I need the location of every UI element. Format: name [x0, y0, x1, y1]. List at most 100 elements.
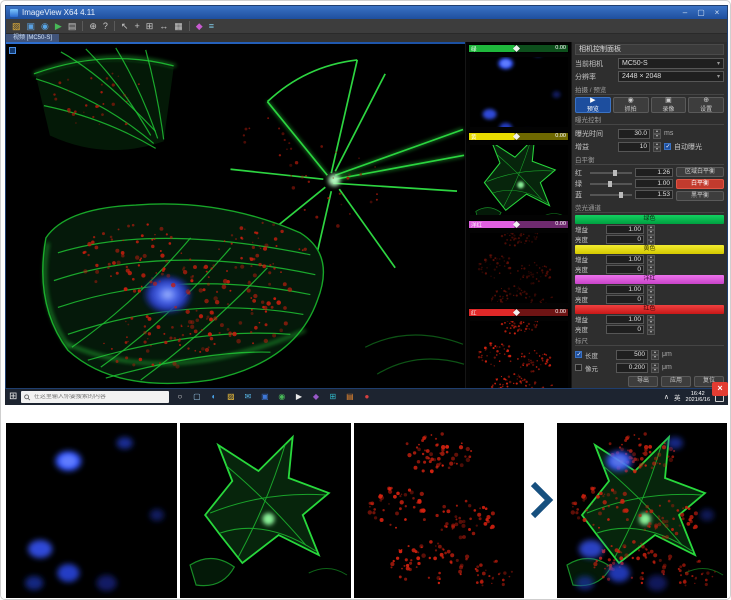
measure-icon[interactable]: ↔: [159, 20, 168, 33]
wb-blue-slider[interactable]: [590, 194, 632, 196]
yellow-channel-bar[interactable]: 黄色: [575, 245, 724, 254]
camera-select[interactable]: MC50-S▾: [618, 58, 724, 69]
stepper[interactable]: ▲▼: [647, 265, 655, 274]
area-wb-button[interactable]: 区域白平衡: [676, 167, 724, 177]
channel-slider[interactable]: 红 0.00: [468, 308, 569, 317]
stepper[interactable]: ▲▼: [647, 255, 655, 264]
taskbar-search[interactable]: [21, 391, 169, 403]
setup-button[interactable]: ⊕设置: [688, 97, 724, 113]
record-icon[interactable]: ▶: [55, 20, 62, 33]
gain-stepper[interactable]: ▲▼: [653, 142, 661, 151]
settings-icon[interactable]: ⊕: [89, 20, 97, 33]
pixel-checkbox[interactable]: [575, 364, 582, 371]
image-viewer-icon[interactable]: ▤: [343, 390, 356, 404]
grid-icon[interactable]: ▦: [174, 20, 183, 33]
help-icon[interactable]: ?: [103, 20, 108, 33]
roi-icon[interactable]: [9, 47, 16, 54]
save-icon[interactable]: ▣: [27, 20, 36, 33]
stepper[interactable]: ▲▼: [647, 235, 655, 244]
exposure-stepper[interactable]: ▲▼: [653, 129, 661, 138]
resolution-select[interactable]: 2448 × 2048▾: [618, 71, 724, 82]
browse-icon[interactable]: ▤: [68, 20, 77, 33]
wb-blue-input[interactable]: [635, 190, 673, 199]
stepper[interactable]: ▲▼: [647, 295, 655, 304]
red-gain-input[interactable]: [606, 315, 644, 324]
stepper[interactable]: ▲▼: [647, 225, 655, 234]
magenta-gain-input[interactable]: [606, 285, 644, 294]
language-indicator[interactable]: 英: [674, 392, 681, 402]
preview-button[interactable]: ▶预览: [575, 97, 611, 113]
mail-icon[interactable]: ✉: [241, 390, 254, 404]
taskbar-clock[interactable]: 16:42 2021/6/16: [686, 391, 710, 403]
settings-app-icon[interactable]: ⊞: [326, 390, 339, 404]
record-button[interactable]: ▣录像: [651, 97, 687, 113]
start-button-icon[interactable]: ⊞: [9, 390, 17, 404]
stepper[interactable]: ▲▼: [651, 350, 659, 359]
snap-button[interactable]: ◉抓拍: [613, 97, 649, 113]
maximize-button[interactable]: ▢: [695, 7, 707, 18]
wb-green-input[interactable]: [635, 179, 673, 188]
green-brightness-input[interactable]: [606, 235, 644, 244]
color-adjust-icon[interactable]: ◆: [196, 20, 203, 33]
slider-thumb[interactable]: [513, 309, 520, 316]
auto-exposure-checkbox[interactable]: [664, 143, 671, 150]
open-folder-icon[interactable]: ▨: [12, 20, 21, 33]
yellow-brightness-input[interactable]: [606, 265, 644, 274]
fit-window-icon[interactable]: ⊞: [146, 20, 154, 33]
apply-button[interactable]: 应用: [661, 376, 691, 387]
office-app-icon[interactable]: ◆: [309, 390, 322, 404]
search-input[interactable]: [34, 394, 166, 400]
magenta-brightness-input[interactable]: [606, 295, 644, 304]
stepper[interactable]: ▲▼: [651, 363, 659, 372]
channel-slider[interactable]: 黄 0.00: [468, 132, 569, 141]
media-player-icon[interactable]: ▶: [292, 390, 305, 404]
green-gain-input[interactable]: [606, 225, 644, 234]
yellow-gain-input[interactable]: [606, 255, 644, 264]
slider-thumb[interactable]: [513, 45, 520, 52]
red-brightness-input[interactable]: [606, 325, 644, 334]
wb-button[interactable]: 白平衡: [676, 179, 724, 189]
edge-browser-icon[interactable]: ◐: [207, 390, 220, 404]
magenta-channel-bar[interactable]: 洋红: [575, 275, 724, 284]
close-button[interactable]: ×: [711, 7, 723, 18]
channel-slider[interactable]: 绿 0.00: [468, 44, 569, 53]
exposure-input[interactable]: [618, 129, 650, 139]
magenta-channel-thumbnail[interactable]: [470, 233, 568, 303]
store-icon[interactable]: ▣: [258, 390, 271, 404]
green-channel-thumbnail[interactable]: [470, 145, 568, 215]
stepper[interactable]: ▲▼: [647, 285, 655, 294]
pointer-icon[interactable]: ↖: [121, 20, 129, 33]
blue-channel-thumbnail[interactable]: [470, 57, 568, 127]
wb-red-input[interactable]: [635, 168, 673, 177]
resolution-label: 分辨率: [575, 72, 615, 82]
messaging-app-icon[interactable]: ●: [360, 390, 373, 404]
task-view-icon[interactable]: ▢: [190, 390, 203, 404]
wb-green-slider[interactable]: [590, 183, 632, 185]
cortana-icon[interactable]: ○: [173, 390, 186, 404]
slider-thumb[interactable]: [513, 221, 520, 228]
scale-checkbox[interactable]: [575, 351, 582, 358]
wb-red-slider[interactable]: [590, 172, 632, 174]
slider-thumb[interactable]: [513, 133, 520, 140]
minimize-button[interactable]: –: [679, 7, 691, 18]
scale-length-input[interactable]: [616, 350, 648, 360]
video-tab[interactable]: 视频 [MC50-S]: [6, 34, 59, 42]
stepper[interactable]: ▲▼: [647, 315, 655, 324]
red-channel-bar[interactable]: 红色: [575, 305, 724, 314]
file-explorer-icon[interactable]: ▨: [224, 390, 237, 404]
tray-caret-icon[interactable]: ∧: [664, 393, 669, 401]
pan-icon[interactable]: +: [134, 20, 139, 33]
snapshot-icon[interactable]: ◉: [41, 20, 49, 33]
pixel-size-input[interactable]: [616, 363, 648, 373]
black-balance-button[interactable]: 黑平衡: [676, 191, 724, 201]
green-channel-bar[interactable]: 绿色: [575, 215, 724, 224]
red-channel-thumbnail[interactable]: [470, 321, 568, 389]
channel-slider[interactable]: 洋红 0.00: [468, 220, 569, 229]
camera-app-icon[interactable]: ◉: [275, 390, 288, 404]
list-view-icon[interactable]: ≡: [209, 20, 214, 33]
gain-input[interactable]: [618, 142, 650, 152]
export-button[interactable]: 导出: [628, 376, 658, 387]
wb-blue-row: 蓝: [575, 189, 673, 200]
stepper[interactable]: ▲▼: [647, 325, 655, 334]
overlay-close-button[interactable]: ×: [712, 382, 728, 396]
